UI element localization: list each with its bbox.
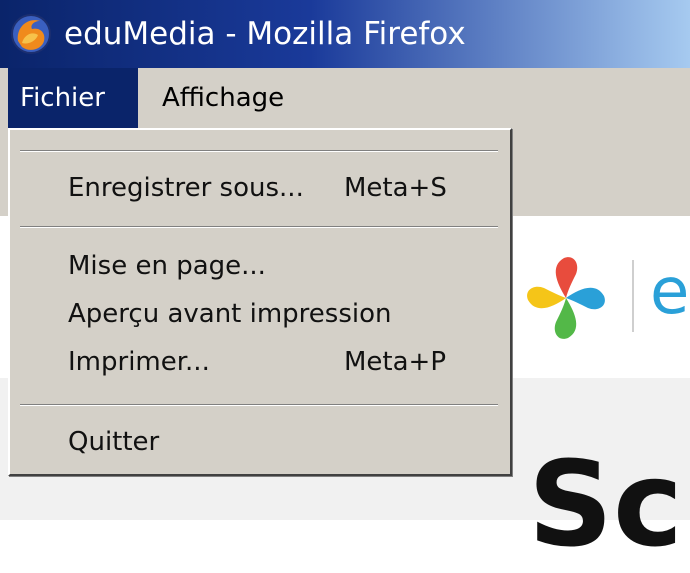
menu-item-label: Enregistrer sous... — [68, 173, 304, 203]
menu-item-quit[interactable]: Quitter — [10, 418, 510, 466]
menu-item-label: Quitter — [68, 427, 160, 457]
menu-bar: Fichier Affichage — [0, 68, 690, 128]
menu-item-shortcut: Meta+S — [344, 173, 447, 203]
edumedia-pinwheel-icon[interactable] — [520, 252, 612, 348]
page-heading: Sci — [528, 435, 690, 573]
menu-fichier[interactable]: Fichier — [8, 68, 138, 128]
menu-affichage[interactable]: Affichage — [150, 68, 310, 128]
menu-separator — [20, 150, 498, 152]
menu-item-save-as[interactable]: Enregistrer sous... Meta+S — [10, 164, 510, 212]
menu-item-print[interactable]: Imprimer... Meta+P — [10, 338, 510, 386]
firefox-icon — [8, 11, 54, 57]
menu-item-print-preview[interactable]: Aperçu avant impression — [10, 290, 510, 338]
window-title: eduMedia - Mozilla Firefox — [64, 16, 466, 52]
fichier-dropdown-menu: Enregistrer sous... Meta+S Mise en page.… — [8, 128, 512, 476]
menu-item-shortcut: Meta+P — [344, 347, 447, 377]
menu-item-label: Imprimer... — [68, 347, 210, 377]
logo-wordmark-fragment[interactable]: e — [650, 256, 689, 328]
menu-separator — [20, 404, 498, 406]
menu-item-label: Mise en page... — [68, 251, 266, 281]
menu-item-label: Aperçu avant impression — [68, 299, 392, 329]
window-titlebar: eduMedia - Mozilla Firefox — [0, 0, 690, 68]
menu-item-page-setup[interactable]: Mise en page... — [10, 242, 510, 290]
menu-separator — [20, 226, 498, 228]
logo-divider — [632, 260, 634, 332]
